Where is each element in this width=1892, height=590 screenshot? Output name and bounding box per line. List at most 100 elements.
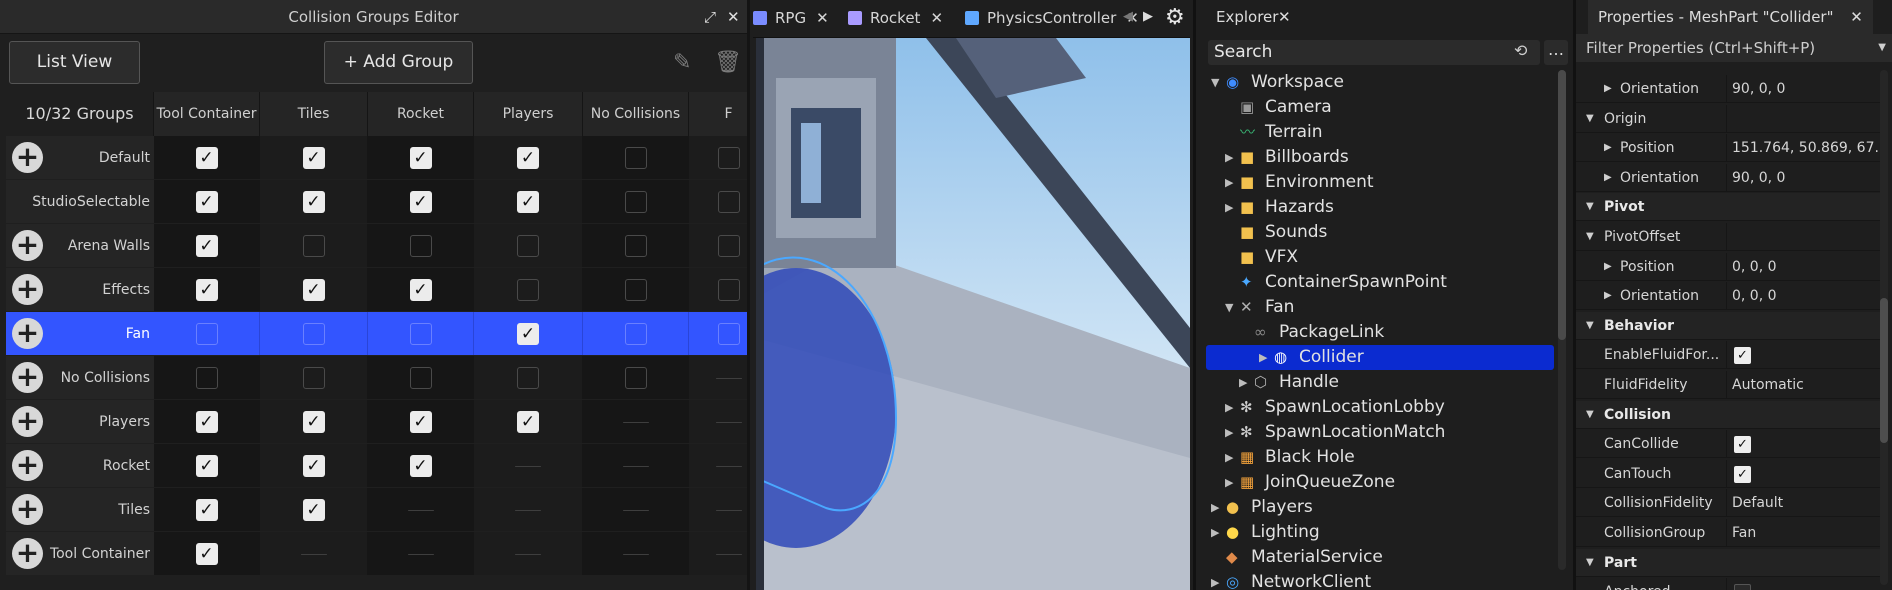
tree-item[interactable]: ▼ ◉ Workspace <box>1196 70 1556 95</box>
collision-cell[interactable]: ✓ <box>154 400 260 443</box>
collapse-arrow-icon[interactable]: ▼ <box>1225 295 1233 320</box>
property-category[interactable]: ▼ Part <box>1576 548 1881 577</box>
tree-item[interactable]: ∞ PackageLink <box>1196 320 1556 345</box>
property-value[interactable]: 90, 0, 0 <box>1732 164 1878 192</box>
group-row[interactable]: + Default ✓ ✓ ✓ ✓ <box>6 136 747 180</box>
expand-arrow-icon[interactable]: ▶ <box>1225 420 1233 445</box>
collision-cell[interactable] <box>583 180 689 223</box>
group-row[interactable]: + Players ✓ ✓ ✓ ✓ <box>6 400 747 444</box>
collision-cell[interactable]: ✓ <box>474 136 583 179</box>
tree-item[interactable]: ▶ ■ Hazards <box>1196 195 1556 220</box>
unchecked-checkbox[interactable] <box>302 322 325 345</box>
tree-item[interactable]: 〰 Terrain <box>1196 120 1556 145</box>
rename-icon[interactable]: ✎ <box>673 50 691 75</box>
collision-cell[interactable] <box>583 268 689 311</box>
collision-cell[interactable] <box>474 224 583 267</box>
property-row[interactable]: ▼ PivotOffset <box>1576 223 1881 251</box>
group-row[interactable]: StudioSelectable ✓ ✓ ✓ ✓ <box>6 180 747 224</box>
unchecked-checkbox[interactable] <box>1734 584 1751 590</box>
add-icon[interactable]: + <box>12 274 43 305</box>
collision-cell[interactable] <box>260 224 368 267</box>
tab-scroll-right-icon[interactable]: ▶ <box>1143 9 1153 24</box>
filter-properties-input[interactable]: Filter Properties (Ctrl+Shift+P) ▼ <box>1576 34 1892 62</box>
checked-checkbox[interactable]: ✓ <box>195 454 218 477</box>
add-group-button[interactable]: + Add Group <box>324 41 473 84</box>
collision-cell[interactable] <box>583 136 689 179</box>
collision-cell[interactable] <box>260 356 368 399</box>
trash-icon[interactable]: 🗑 <box>714 50 742 75</box>
collision-cell[interactable]: ✓ <box>260 400 368 443</box>
property-value[interactable]: Automatic <box>1732 371 1878 399</box>
property-row[interactable]: ▼ Origin <box>1576 104 1881 133</box>
collision-cell[interactable] <box>689 180 747 223</box>
expand-arrow-icon[interactable]: ▶ <box>1604 253 1612 281</box>
checked-checkbox[interactable]: ✓ <box>517 322 539 345</box>
expand-arrow-icon[interactable]: ▶ <box>1604 164 1612 192</box>
checked-checkbox[interactable]: ✓ <box>302 278 325 301</box>
property-row[interactable]: ▶ Position 151.764, 50.869, 67.... <box>1576 134 1881 163</box>
unchecked-checkbox[interactable] <box>717 322 740 345</box>
tree-item[interactable]: ✦ ContainerSpawnPoint <box>1196 270 1556 295</box>
popout-icon[interactable]: ⤢ <box>704 8 716 26</box>
collision-cell[interactable]: ✓ <box>474 400 583 443</box>
unchecked-checkbox[interactable] <box>409 366 432 389</box>
collision-cell[interactable]: ✓ <box>154 180 260 223</box>
checked-checkbox[interactable]: ✓ <box>409 410 432 433</box>
expand-arrow-icon[interactable]: ▶ <box>1211 495 1219 520</box>
tree-item[interactable]: ▶ ▦ Black Hole <box>1196 445 1556 470</box>
collapse-arrow-icon[interactable]: ▼ <box>1586 193 1594 221</box>
tab-rpg[interactable]: RPG ✕ <box>753 0 829 37</box>
add-icon[interactable]: + <box>12 450 43 481</box>
group-row[interactable]: + No Collisions <box>6 356 747 400</box>
tree-item[interactable]: ▶ ● Players <box>1196 495 1556 520</box>
add-icon[interactable]: + <box>12 494 43 525</box>
checked-checkbox[interactable]: ✓ <box>409 146 432 169</box>
collision-cell[interactable]: ✓ <box>260 268 368 311</box>
expand-arrow-icon[interactable]: ▶ <box>1211 520 1219 545</box>
checked-checkbox[interactable]: ✓ <box>302 410 325 433</box>
unchecked-checkbox[interactable] <box>624 234 647 257</box>
tree-item[interactable]: ▶ ■ Billboards <box>1196 145 1556 170</box>
add-icon[interactable]: + <box>12 230 43 261</box>
properties-scroll-thumb[interactable] <box>1880 298 1888 443</box>
unchecked-checkbox[interactable] <box>624 366 647 389</box>
unchecked-checkbox[interactable] <box>195 366 218 389</box>
group-row[interactable]: + Tool Container ✓ <box>6 532 747 576</box>
collision-cell[interactable]: ✓ <box>154 444 260 487</box>
checked-checkbox[interactable]: ✓ <box>302 498 325 521</box>
properties-close-icon[interactable]: ✕ <box>1850 8 1863 26</box>
tree-item[interactable]: ▶ ▦ JoinQueueZone <box>1196 470 1556 495</box>
expand-arrow-icon[interactable]: ▶ <box>1225 170 1233 195</box>
unchecked-checkbox[interactable] <box>624 146 647 169</box>
expand-arrow-icon[interactable]: ▶ <box>1604 75 1612 103</box>
expand-arrow-icon[interactable]: ▶ <box>1239 370 1247 395</box>
collision-cell[interactable]: ✓ <box>368 444 474 487</box>
tree-item[interactable]: ▶ ◎ NetworkClient <box>1196 570 1556 590</box>
tree-item[interactable]: ■ Sounds <box>1196 220 1556 245</box>
property-value[interactable]: 0, 0, 0 <box>1732 282 1878 310</box>
unchecked-checkbox[interactable] <box>517 366 539 389</box>
collision-cell[interactable] <box>474 268 583 311</box>
explorer-search-input[interactable]: Search ⟲ <box>1208 40 1540 65</box>
expand-arrow-icon[interactable]: ▶ <box>1225 395 1233 420</box>
tab-close-icon[interactable]: ✕ <box>816 9 829 27</box>
explorer-scrollbar[interactable] <box>1558 70 1566 570</box>
collision-cell[interactable] <box>368 312 474 355</box>
checked-checkbox[interactable]: ✓ <box>1734 436 1751 454</box>
collision-cell[interactable]: ✓ <box>154 136 260 179</box>
checked-checkbox[interactable]: ✓ <box>517 190 539 213</box>
add-icon[interactable]: + <box>12 318 43 349</box>
checked-checkbox[interactable]: ✓ <box>409 190 432 213</box>
collision-cell[interactable]: ✓ <box>260 488 368 531</box>
checked-checkbox[interactable]: ✓ <box>195 542 218 565</box>
checked-checkbox[interactable]: ✓ <box>195 234 218 257</box>
unchecked-checkbox[interactable] <box>624 322 647 345</box>
tree-item[interactable]: ▶ ✻ SpawnLocationMatch <box>1196 420 1556 445</box>
collision-cell[interactable] <box>583 224 689 267</box>
checked-checkbox[interactable]: ✓ <box>195 410 218 433</box>
checked-checkbox[interactable]: ✓ <box>195 146 218 169</box>
checked-checkbox[interactable]: ✓ <box>302 146 325 169</box>
collision-cell[interactable] <box>368 356 474 399</box>
settings-gear-icon[interactable]: ⚙ <box>1165 5 1185 30</box>
add-icon[interactable]: + <box>12 406 43 437</box>
